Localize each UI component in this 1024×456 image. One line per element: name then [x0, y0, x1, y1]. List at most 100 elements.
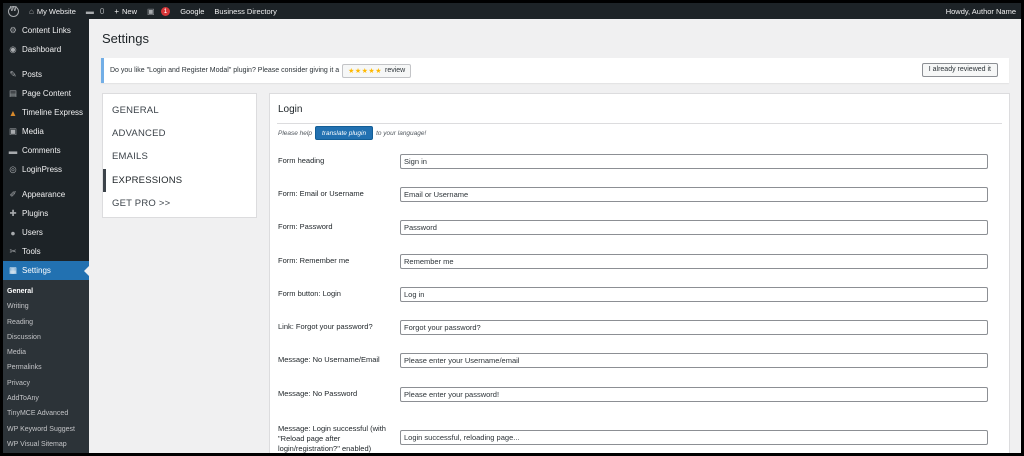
field-label: Message: No Username/Email [278, 355, 380, 364]
submenu-item-permalinks[interactable]: Permalinks [3, 360, 89, 375]
menu-item-label: Dashboard [22, 45, 62, 54]
new-label: New [122, 6, 138, 16]
submenu-item-privacy[interactable]: Privacy [3, 376, 89, 391]
updates-badge: 1 [160, 6, 171, 16]
home-icon: ⌂ [29, 6, 34, 16]
page-icon: ▤ [8, 88, 18, 98]
field-row: Message: Login successful (with "Reload … [278, 424, 998, 453]
menu-item-label: Timeline Express [22, 108, 84, 117]
brush-icon: ✐ [9, 189, 17, 199]
tab-get-pro[interactable]: GET PRO >> [103, 192, 256, 215]
settings-submenu: General Writing Reading Discussion Media… [3, 280, 89, 453]
panel-title: Login [278, 104, 303, 115]
comments-count: 0 [99, 6, 105, 16]
translate-plugin-button[interactable]: translate plugin [314, 126, 374, 140]
no-username-message-input[interactable] [400, 353, 988, 368]
field-row: Message: No Password [278, 387, 998, 403]
loginpress-icon: ◎ [9, 164, 17, 174]
menu-item-label: Comments [22, 146, 61, 155]
menu-item-settings[interactable]: ▦ Settings [3, 261, 89, 280]
notice-text: Do you like "Login and Register Modal" p… [110, 67, 340, 74]
google-link[interactable]: Google [175, 3, 209, 19]
dashboard-icon: ◉ [9, 44, 17, 54]
field-row: Form: Remember me [278, 254, 998, 270]
submenu-item-media[interactable]: Media [3, 345, 89, 360]
users-icon: ● [10, 227, 16, 238]
review-label: review [385, 67, 406, 74]
menu-item-posts[interactable]: ✎ Posts [3, 65, 89, 84]
tab-advanced[interactable]: ADVANCED [103, 122, 256, 145]
menu-item-dashboard[interactable]: ◉ Dashboard [3, 40, 89, 59]
media-icon: ▣ [8, 126, 18, 136]
updates-icon: ▣ [147, 6, 155, 16]
menu-item-label: Media [22, 127, 44, 136]
form-heading-input[interactable] [400, 154, 988, 169]
menu-item-label: Plugins [22, 209, 49, 218]
plus-icon: + [114, 6, 120, 16]
tab-general[interactable]: GENERAL [103, 99, 256, 122]
submenu-item-reading[interactable]: Reading [3, 315, 89, 330]
translate-help: Please help translate plugin to your lan… [278, 126, 426, 140]
wrench-icon: ✂ [9, 246, 17, 256]
menu-item-content-links[interactable]: ⚙ Content Links [3, 21, 89, 40]
comments-icon: ▬ [8, 145, 18, 156]
menu-item-comments[interactable]: ▬ Comments [3, 141, 89, 160]
wordpress-logo-icon[interactable] [3, 3, 24, 19]
menu-item-label: Users [22, 228, 43, 237]
menu-item-media[interactable]: ▣ Media [3, 122, 89, 141]
menu-item-page-content[interactable]: ▤ Page Content [3, 84, 89, 103]
comments-link[interactable]: ▬ 0 [81, 3, 109, 19]
login-success-message-input[interactable] [400, 430, 988, 445]
field-row: Form: Email or Username [278, 187, 998, 203]
admin-sidebar: ⚙ Content Links ◉ Dashboard ✎ Posts ▤ Page C… [3, 19, 89, 453]
menu-item-label: Page Content [22, 89, 71, 98]
business-directory-link[interactable]: Business Directory [209, 3, 282, 19]
email-username-input[interactable] [400, 187, 988, 202]
field-label: Form: Password [278, 222, 333, 231]
password-label-input[interactable] [400, 220, 988, 235]
remember-me-input[interactable] [400, 254, 988, 269]
menu-item-plugins[interactable]: ✚ Plugins [3, 204, 89, 223]
field-label: Form: Remember me [278, 256, 350, 265]
tab-expressions[interactable]: EXPRESSIONS [103, 168, 256, 192]
login-button-input[interactable] [400, 287, 988, 302]
comment-bubble-icon: ▬ [85, 6, 94, 16]
settings-icon: ▦ [8, 265, 18, 275]
submenu-item-discussion[interactable]: Discussion [3, 330, 89, 345]
menu-item-label: Appearance [22, 190, 66, 199]
submenu-item-writing[interactable]: Writing [3, 299, 89, 314]
user-account-link[interactable]: Howdy, Author Name [941, 3, 1021, 19]
site-name-link[interactable]: ⌂ My Website [24, 3, 81, 19]
field-row: Form heading [278, 154, 998, 170]
field-row: Message: No Username/Email [278, 353, 998, 369]
field-label: Form button: Login [278, 289, 341, 298]
field-label: Form: Email or Username [278, 189, 364, 198]
updates-link[interactable]: ▣ 1 [142, 3, 175, 19]
menu-item-users[interactable]: ● Users [3, 223, 89, 242]
submenu-item-addtoany[interactable]: AddToAny [3, 391, 89, 406]
menu-item-appearance[interactable]: ✐ Appearance [3, 185, 89, 204]
menu-item-loginpress[interactable]: ◎ LoginPress [3, 160, 89, 179]
no-password-message-input[interactable] [400, 387, 988, 402]
menu-item-tools[interactable]: ✂ Tools [3, 242, 89, 261]
forgot-password-input[interactable] [400, 320, 988, 335]
submenu-item-wp-keyword-suggest[interactable]: WP Keyword Suggest [3, 422, 89, 437]
field-label: Message: No Password [278, 389, 358, 398]
star-rating-icon: ★★★★★ [348, 67, 382, 75]
admin-bar: ⌂ My Website ▬ 0 + New ▣ 1 Google Busine… [3, 3, 1021, 19]
screenshot-frame: ⌂ My Website ▬ 0 + New ▣ 1 Google Busine… [3, 3, 1021, 453]
review-notice: Do you like "Login and Register Modal" p… [101, 58, 1009, 83]
main-content: Settings Do you like "Login and Register… [89, 19, 1021, 453]
submenu-item-tinymce-advanced[interactable]: TinyMCE Advanced [3, 406, 89, 421]
submenu-item-general[interactable]: General [3, 284, 89, 299]
gear-icon: ⚙ [9, 25, 17, 35]
submenu-item-wp-visual-sitemap[interactable]: WP Visual Sitemap [3, 437, 89, 452]
login-settings-panel: Login Please help translate plugin to yo… [269, 93, 1010, 453]
new-content-link[interactable]: + New [109, 3, 142, 19]
already-reviewed-button[interactable]: I already reviewed it [921, 63, 998, 77]
divider [277, 123, 1002, 124]
menu-item-timeline-express[interactable]: ▲ Timeline Express [3, 103, 89, 122]
review-button[interactable]: ★★★★★ review [342, 63, 412, 78]
tab-emails[interactable]: EMAILS [103, 145, 256, 168]
field-row: Link: Forgot your password? [278, 320, 998, 336]
